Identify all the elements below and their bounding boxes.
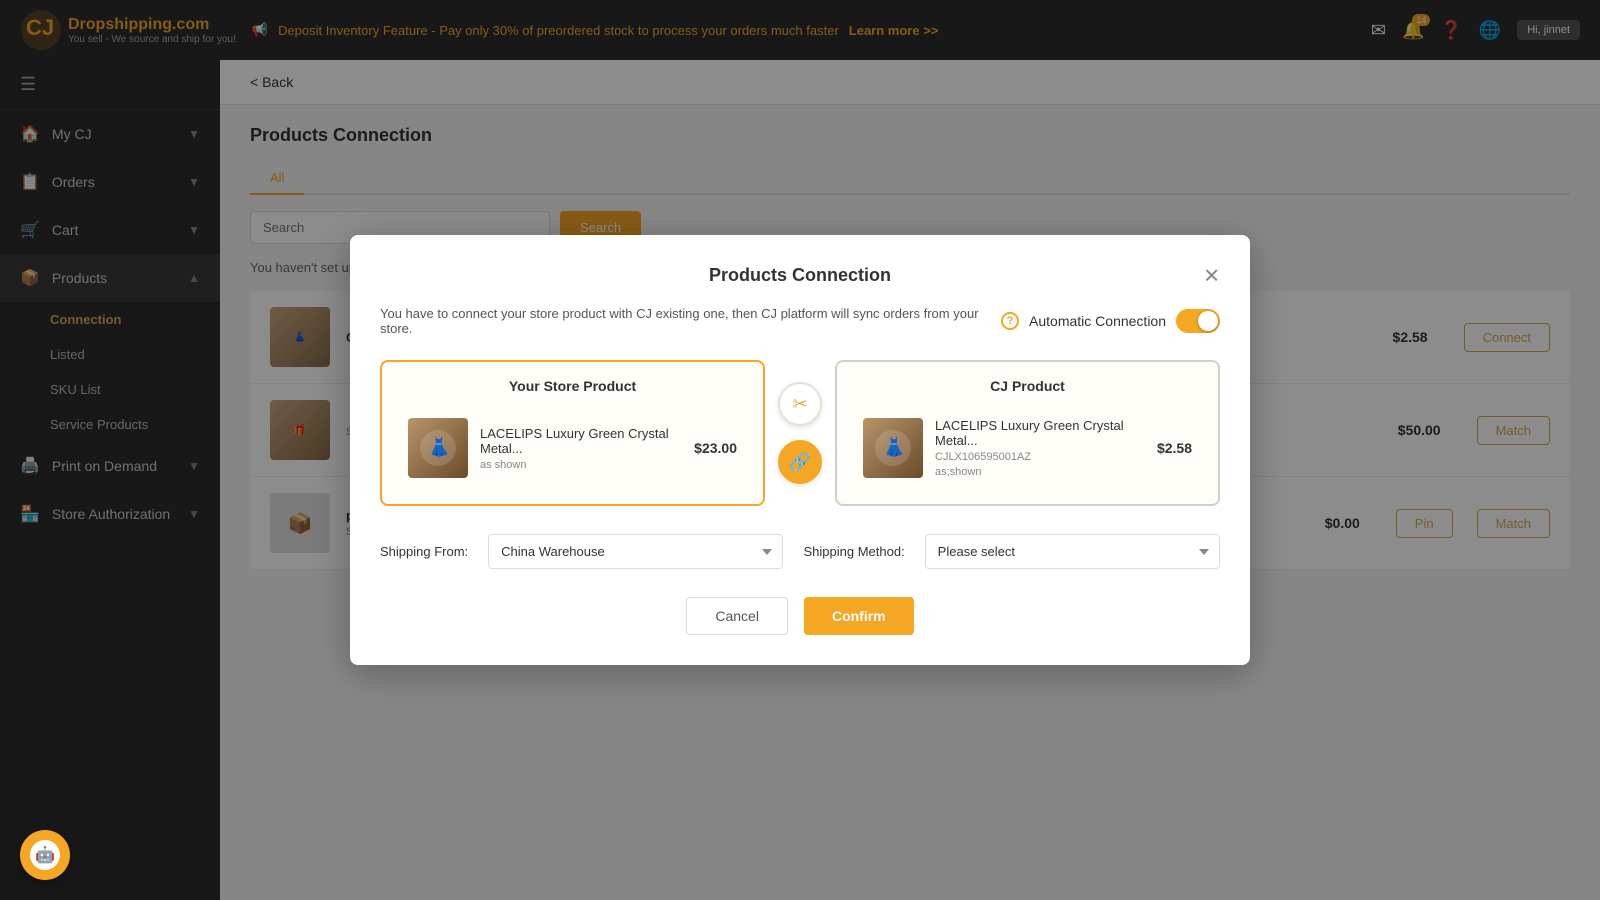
store-product-name: LACELIPS Luxury Green Crystal Metal... <box>480 426 682 456</box>
modal-close-button[interactable]: ✕ <box>1203 263 1220 288</box>
store-product-box: Your Store Product 👗 LACELIPS Luxury Gre… <box>380 360 765 506</box>
shipping-from-select[interactable]: China Warehouse US Warehouse EU Warehous… <box>488 534 783 569</box>
store-product-card: 👗 LACELIPS Luxury Green Crystal Metal...… <box>398 408 747 488</box>
shipping-from-label: Shipping From: <box>380 544 468 559</box>
auto-connection-toggle[interactable] <box>1176 309 1220 333</box>
cj-product-sku: CJLX106595001AZ <box>935 451 1145 463</box>
modal-header: Products Connection ✕ <box>380 265 1220 286</box>
svg-text:👗: 👗 <box>428 436 450 457</box>
chatbot-button[interactable]: 🤖 <box>20 830 70 880</box>
products-connection-modal: Products Connection ✕ You have to connec… <box>350 235 1250 665</box>
shipping-row: Shipping From: China Warehouse US Wareho… <box>380 534 1220 569</box>
cancel-button[interactable]: Cancel <box>686 597 788 635</box>
modal-info-text: You have to connect your store product w… <box>380 306 980 336</box>
toggle-knob <box>1198 311 1218 331</box>
modal-title: Products Connection <box>709 265 891 285</box>
modal-overlay[interactable]: Products Connection ✕ You have to connec… <box>0 0 1600 900</box>
cj-product-card: 👗 LACELIPS Luxury Green Crystal Metal...… <box>853 408 1202 488</box>
store-product-title: Your Store Product <box>398 378 747 394</box>
store-product-info: LACELIPS Luxury Green Crystal Metal... a… <box>480 426 682 471</box>
auto-connection-label: Automatic Connection <box>1029 313 1166 329</box>
store-product-price: $23.00 <box>694 440 737 456</box>
cj-product-box: CJ Product 👗 LACELIPS Luxury Green Cryst… <box>835 360 1220 506</box>
auto-connection-row: ? Automatic Connection <box>1001 309 1220 333</box>
svg-text:👗: 👗 <box>883 436 905 457</box>
chatbot-face: 🤖 <box>30 840 60 870</box>
cj-product-title: CJ Product <box>853 378 1202 394</box>
auto-connection-help-icon[interactable]: ? <box>1001 312 1019 330</box>
connection-icons-area: ✂ 🔗 <box>765 382 835 484</box>
shipping-method-select[interactable]: Please select <box>925 534 1220 569</box>
store-product-image: 👗 <box>408 418 468 478</box>
modal-actions: Cancel Confirm <box>380 597 1220 635</box>
shipping-method-label: Shipping Method: <box>803 544 904 559</box>
unlink-icon-button[interactable]: ✂ <box>778 382 822 426</box>
cj-product-name: LACELIPS Luxury Green Crystal Metal... <box>935 418 1145 448</box>
cj-product-info: LACELIPS Luxury Green Crystal Metal... C… <box>935 418 1145 478</box>
link-icon-button[interactable]: 🔗 <box>778 440 822 484</box>
cj-product-variant: as;shown <box>935 466 1145 478</box>
store-product-variant: as shown <box>480 459 682 471</box>
products-connection-area: Your Store Product 👗 LACELIPS Luxury Gre… <box>380 360 1220 506</box>
modal-info-row: You have to connect your store product w… <box>380 306 1220 336</box>
cj-product-price: $2.58 <box>1157 440 1192 456</box>
confirm-button[interactable]: Confirm <box>804 597 914 635</box>
cj-product-image: 👗 <box>863 418 923 478</box>
